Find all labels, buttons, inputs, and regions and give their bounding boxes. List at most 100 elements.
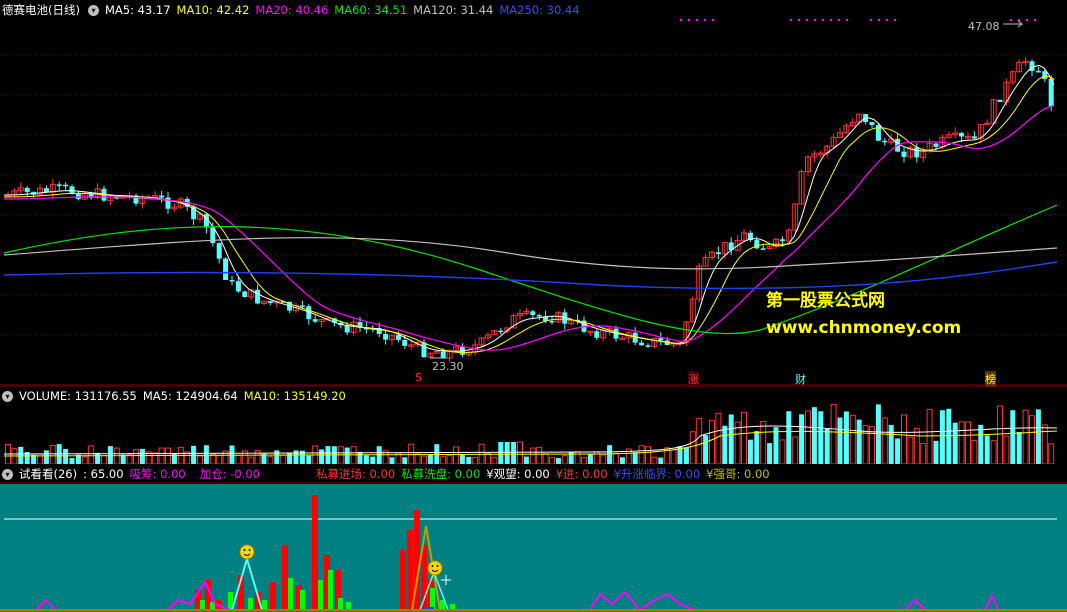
- volume-bar-down: [811, 407, 817, 464]
- volume-bar-down: [754, 431, 760, 464]
- indicator-header: ▾ 试看看(26): 65.00 吸筹: 0.00 加仓: -0.00 私募进场: 0.…: [0, 464, 776, 484]
- volume-bar-up: [792, 436, 799, 464]
- volume-bar-up: [1022, 409, 1029, 464]
- volume-bar-up: [638, 445, 645, 464]
- volume-bar-down: [18, 446, 24, 464]
- volume-bar-down: [632, 452, 638, 464]
- volume-bar-up: [574, 451, 581, 464]
- volume-bar-down: [683, 447, 689, 464]
- volume-bar-up: [1048, 443, 1055, 464]
- volume-bar-up: [1041, 424, 1048, 464]
- watermark-url: www.chnmoney.com: [766, 318, 962, 338]
- candle-body-down: [901, 151, 907, 157]
- volume-bar-up: [561, 455, 568, 464]
- volume-bar-down: [946, 408, 952, 464]
- candle-body-down: [882, 140, 888, 143]
- candle-body-down: [43, 188, 49, 193]
- signal-dot: [1010, 19, 1012, 21]
- collapse-icon[interactable]: ▾: [2, 391, 13, 402]
- signal-bar-red: [407, 530, 413, 610]
- volume-bar-down: [818, 411, 824, 464]
- indicator-name: 试看看(26): [19, 467, 78, 481]
- volume-bar-down: [703, 435, 709, 464]
- volume-bar-up: [926, 408, 933, 464]
- signal-bar-green: [262, 600, 267, 610]
- volume-bar-up: [421, 455, 427, 464]
- candle-body-down: [715, 252, 721, 254]
- candle-body-down: [594, 331, 600, 338]
- price-chart-pane[interactable]: 德赛电池(日线) ▾ MA5: 43.17 MA10: 42.42 MA20: 40.4…: [0, 0, 1067, 387]
- candle-body-down: [971, 136, 977, 139]
- collapse-icon[interactable]: ▾: [2, 469, 13, 480]
- volume-bar-down: [619, 457, 625, 464]
- candle-body-down: [498, 330, 504, 333]
- signal-bar-red: [400, 550, 406, 610]
- watermark-title: 第一股票公式网: [766, 291, 885, 311]
- jin-readout: ¥进: 0.00: [555, 467, 608, 481]
- volume-bar-up: [446, 455, 453, 464]
- volume-bar-up: [965, 421, 971, 464]
- volume-bar-down: [504, 442, 510, 464]
- candle-body-down: [658, 338, 664, 341]
- collapse-icon[interactable]: ▾: [87, 5, 99, 16]
- candle-body-down: [421, 342, 427, 358]
- ma120-line: [3, 237, 1058, 270]
- volume-bar-up: [248, 456, 255, 464]
- volume-bar-down: [107, 446, 113, 464]
- volume-bar-up: [267, 456, 274, 464]
- volume-bar-up: [901, 414, 907, 464]
- signal-bar-green: [430, 588, 435, 610]
- volume-bar-down: [63, 448, 69, 464]
- volume-bar-up: [49, 444, 56, 464]
- volume-bar-down: [837, 417, 843, 464]
- volume-bar-up: [920, 443, 927, 464]
- event-marker-zhang[interactable]: 涨: [688, 371, 699, 387]
- volume-bar-up: [613, 452, 619, 464]
- vol-ma5-readout: MA5: 124904.64: [142, 389, 238, 403]
- event-marker-s[interactable]: S: [415, 371, 422, 384]
- volume-bar-up: [990, 440, 997, 464]
- volume-bar-down: [933, 440, 939, 464]
- smiley-icon: [239, 544, 255, 560]
- candle-body-down: [255, 289, 261, 304]
- ma5-readout: MA5: 43.17: [104, 3, 171, 17]
- signal-dot: [814, 19, 816, 21]
- candle-body-down: [63, 184, 69, 187]
- volume-bar-down: [856, 419, 862, 464]
- volume-bar-down: [43, 450, 49, 464]
- indicator-pane[interactable]: ▾ 试看看(26): 65.00 吸筹: 0.00 加仓: -0.00 私募进场: 0.…: [0, 464, 1067, 612]
- volume-bar-up: [529, 447, 536, 464]
- high-price-label: 47.08: [968, 20, 1000, 33]
- volume-bar-down: [389, 457, 395, 464]
- volume-bar-down: [293, 450, 299, 464]
- event-marker-cai[interactable]: 财: [795, 371, 806, 387]
- volume-chart-pane[interactable]: ▾ VOLUME: 131176.55 MA5: 124904.64 MA10: 13…: [0, 386, 1067, 464]
- candle-body-down: [229, 279, 235, 282]
- signal-bar-green: [288, 578, 293, 610]
- volume-bar-up: [958, 421, 965, 464]
- volume-bar-down: [203, 445, 209, 464]
- volume-bar-up: [408, 443, 415, 464]
- signal-dot: [1034, 19, 1036, 21]
- volume-bar-down: [306, 455, 312, 464]
- volume-bar-down: [767, 443, 773, 464]
- volume-bar-up: [696, 417, 703, 464]
- signal-dot: [822, 19, 824, 21]
- volume-bar-up: [216, 455, 223, 464]
- volume-bar-up: [414, 453, 421, 464]
- volume-bar-up: [158, 447, 165, 464]
- volume-bar-up: [651, 456, 658, 464]
- candle-body-down: [242, 291, 248, 298]
- volume-bar-down: [978, 424, 984, 464]
- ma10-readout: MA10: 42.42: [176, 3, 250, 17]
- ma5-line: [4, 64, 1055, 352]
- candle-body-down: [536, 314, 542, 317]
- ma20-readout: MA20: 40.46: [255, 3, 329, 17]
- indicator-chart[interactable]: [0, 464, 1067, 612]
- volume-bar-down: [523, 456, 529, 464]
- signal-dot: [798, 19, 800, 21]
- volume-bar-down: [824, 428, 830, 464]
- volume-bar-up: [88, 445, 95, 464]
- volume-bar-down: [799, 414, 805, 464]
- event-marker-bang[interactable]: 榜: [985, 371, 996, 387]
